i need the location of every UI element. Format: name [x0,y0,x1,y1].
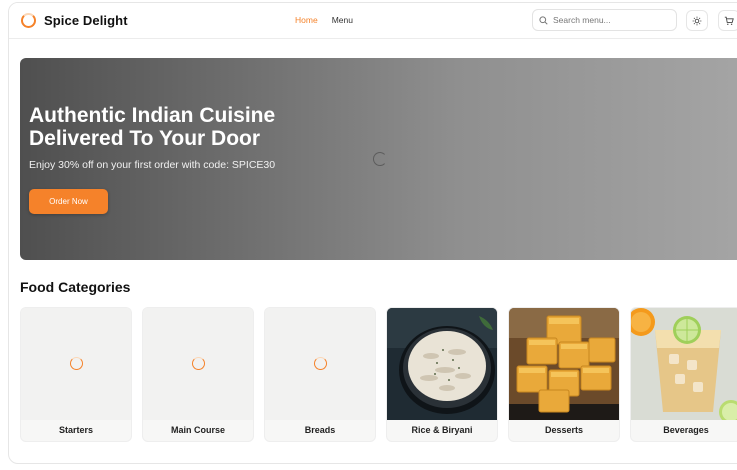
hero-subtitle: Enjoy 30% off on your first order with c… [29,159,276,171]
logo-ring-icon [21,13,36,28]
category-label: Desserts [544,424,584,435]
app-window: Spice Delight Home Menu Search menu... A… [8,2,737,464]
category-card-main-course[interactable]: Main Course [142,307,254,442]
loading-spinner-icon [192,357,205,370]
order-now-button[interactable]: Order Now [29,189,108,214]
category-card-starters[interactable]: Starters [20,307,132,442]
nav-menu-link[interactable]: Menu [332,15,353,25]
category-thumbnail [265,308,375,420]
cart-button[interactable] [718,10,737,31]
category-label: Breads [304,424,336,435]
category-card-rice-biryani[interactable]: Rice & Biryani [386,307,498,442]
category-thumbnail [143,308,253,420]
search-input[interactable] [553,15,668,25]
brand-name: Spice Delight [44,13,128,28]
category-card-beverages[interactable]: Beverages [630,307,737,442]
category-label: Main Course [170,424,225,435]
rice-bowl-image [387,308,497,420]
section-title: Food Categories [20,279,131,295]
loading-spinner-icon [70,357,83,370]
hero-title: Authentic Indian Cuisine Delivered To Yo… [29,104,276,150]
brand-logo[interactable]: Spice Delight [21,13,128,28]
loading-spinner-icon [314,357,327,370]
sun-icon [692,16,702,25]
cart-icon [724,16,734,25]
category-thumbnail [21,308,131,420]
loading-spinner-icon [373,152,387,166]
top-navbar: Spice Delight Home Menu [9,3,737,39]
search-box[interactable] [532,9,677,31]
theme-toggle-button[interactable] [686,10,708,31]
category-card-desserts[interactable]: Desserts [508,307,620,442]
desserts-image [509,308,619,420]
category-card-breads[interactable]: Breads [264,307,376,442]
nav-home-link[interactable]: Home [295,15,318,25]
category-label: Starters [58,424,94,435]
main-nav: Home Menu [295,15,353,25]
hero-banner: Authentic Indian Cuisine Delivered To Yo… [20,58,737,260]
search-icon [539,15,548,25]
beverages-image [631,308,737,420]
category-label: Rice & Biryani [411,424,473,435]
category-label: Beverages [663,424,709,435]
